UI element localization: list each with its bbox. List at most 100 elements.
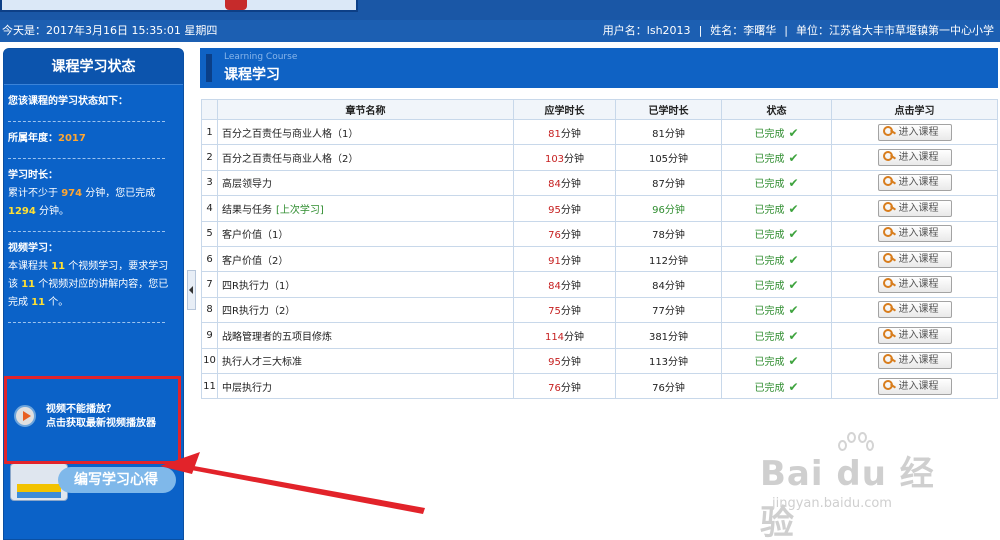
video-total: 11: [51, 261, 66, 272]
col-chapter: 章节名称: [217, 99, 514, 120]
year-row: 所属年度：2017: [8, 130, 177, 148]
status-cell: 已完成 ✔: [721, 169, 832, 197]
arrow-shaft: [170, 462, 425, 514]
chapter-cell: 执行人才三大标准: [217, 347, 514, 374]
minute-unit: 分钟: [564, 331, 585, 343]
enter-course-label[interactable]: 进入课程: [899, 152, 939, 163]
video-suffix: 个。: [48, 297, 69, 308]
chapter-cell: 百分之百责任与商业人格（2）: [217, 144, 514, 171]
status-cell: 已完成 ✔: [721, 271, 832, 298]
username: 用户名：lsh2013: [602, 24, 691, 37]
row-index: 3: [201, 169, 218, 197]
video-required: 11: [21, 279, 36, 290]
baidu-watermark: Bai du 经验 jingyan.baidu.com: [752, 432, 950, 540]
video-text: 本课程共 11 个视频学习，要求学习该 11 个视频对应的讲解内容，您已完成 1…: [8, 258, 177, 312]
last-study-tag: [上次学习]: [276, 204, 324, 216]
chapter-title: 执行人才三大标准: [222, 357, 302, 369]
enter-course-button[interactable]: 进入课程: [877, 276, 952, 294]
chapter-cell: 结果与任务 [上次学习]: [217, 195, 514, 222]
row-index: 9: [201, 322, 218, 349]
write-notes-button[interactable]: 编写学习心得: [8, 461, 178, 501]
duration-required: 974: [61, 188, 83, 199]
enter-course-label[interactable]: 进入课程: [899, 355, 939, 366]
studied-cell: 84分钟: [615, 271, 722, 298]
required-cell: 76分钟: [513, 220, 616, 247]
watermark-sub: jingyan.baidu.com: [772, 496, 892, 511]
required-cell: 114分钟: [513, 322, 616, 349]
separator: |: [698, 24, 703, 37]
enter-course-label[interactable]: 进入课程: [899, 203, 939, 214]
enter-course-label[interactable]: 进入课程: [899, 177, 939, 188]
enter-course-label[interactable]: 进入课程: [899, 279, 939, 290]
action-cell: 进入课程: [831, 322, 998, 349]
required-minutes: 75: [548, 306, 561, 318]
enter-course-button[interactable]: 进入课程: [877, 250, 952, 268]
enter-course-button[interactable]: 进入课程: [877, 326, 952, 344]
action-cell: 进入课程: [831, 245, 998, 273]
chapter-title: 客户价值（1）: [222, 230, 289, 242]
key-icon: [882, 201, 897, 213]
enter-course-button[interactable]: 进入课程: [877, 149, 952, 167]
enter-course-label[interactable]: 进入课程: [899, 304, 939, 315]
divider: [8, 121, 165, 122]
required-minutes: 95: [548, 204, 561, 216]
row-index: 2: [201, 144, 218, 171]
action-cell: 进入课程: [831, 118, 998, 146]
chapter-title: 中层执行力: [222, 382, 272, 394]
status-text: 已完成: [754, 179, 785, 191]
enter-course-button[interactable]: 进入课程: [877, 377, 952, 395]
row-index: 7: [201, 271, 218, 298]
annotation-highlight-box: [4, 376, 181, 464]
user-unit: 单位：江苏省大丰市草堰镇第一中心小学: [796, 24, 994, 37]
enter-course-label[interactable]: 进入课程: [899, 330, 939, 341]
enter-course-button[interactable]: 进入课程: [877, 123, 952, 141]
minute-unit: 分钟: [560, 255, 581, 267]
enter-course-label[interactable]: 进入课程: [899, 381, 939, 392]
enter-course-label[interactable]: 进入课程: [899, 254, 939, 265]
required-cell: 95分钟: [513, 347, 616, 374]
duration-label: 学习时长：: [8, 170, 58, 181]
status-text: 已完成: [754, 204, 785, 216]
action-cell: 进入课程: [831, 144, 998, 171]
course-table: 章节名称 应学时长 已学时长 状态 点击学习 1 百分之百责任与商业人格（1） …: [201, 99, 998, 400]
year-label: 所属年度：: [8, 133, 58, 144]
sidebar-collapse-toggle[interactable]: [187, 270, 196, 310]
enter-course-button[interactable]: 进入课程: [877, 174, 952, 192]
col-index: [201, 99, 218, 120]
minute-unit: 分钟: [564, 154, 585, 166]
check-icon: ✔: [788, 201, 799, 216]
required-minutes: 76: [548, 382, 561, 394]
minute-unit: 分钟: [560, 281, 581, 293]
chapter-title: 百分之百责任与商业人格（2）: [222, 154, 359, 166]
minute-unit: 分钟: [560, 357, 581, 369]
action-cell: 进入课程: [831, 296, 998, 324]
current-date: 今天是：2017年3月16日 15:35:01 星期四: [2, 24, 218, 37]
chapter-title: 战略管理者的五项目修炼: [222, 331, 332, 343]
required-minutes: 76: [548, 230, 561, 242]
chapter-title: 百分之百责任与商业人格（1）: [222, 128, 359, 140]
enter-course-label[interactable]: 进入课程: [899, 127, 939, 138]
separator: |: [784, 24, 788, 37]
table-row: 11 中层执行力 76分钟 76分钟 已完成 ✔ 进入课程: [201, 372, 998, 400]
key-icon: [882, 252, 897, 264]
enter-course-label[interactable]: 进入课程: [899, 228, 939, 239]
col-required: 应学时长: [513, 99, 616, 120]
chapter-cell: 四R执行力（2）: [217, 296, 514, 324]
main-header: Learning Course 课程学习: [200, 48, 998, 88]
required-cell: 103分钟: [513, 144, 616, 171]
chapter-cell: 客户价值（2）: [217, 245, 514, 273]
studied-cell: 96分钟: [615, 195, 722, 222]
studied-cell: 87分钟: [615, 169, 722, 197]
watermark-main: Bai du 经验: [760, 454, 935, 540]
divider: [8, 231, 165, 232]
write-notes-label[interactable]: 编写学习心得: [58, 467, 176, 493]
check-icon: ✔: [788, 151, 799, 166]
row-index: 4: [201, 195, 218, 222]
enter-course-button[interactable]: 进入课程: [877, 225, 952, 243]
action-cell: 进入课程: [831, 347, 998, 374]
enter-course-button[interactable]: 进入课程: [877, 301, 952, 319]
status-cell: 已完成 ✔: [721, 195, 832, 222]
enter-course-button[interactable]: 进入课程: [877, 199, 952, 217]
enter-course-button[interactable]: 进入课程: [877, 352, 952, 370]
action-cell: 进入课程: [831, 195, 998, 222]
